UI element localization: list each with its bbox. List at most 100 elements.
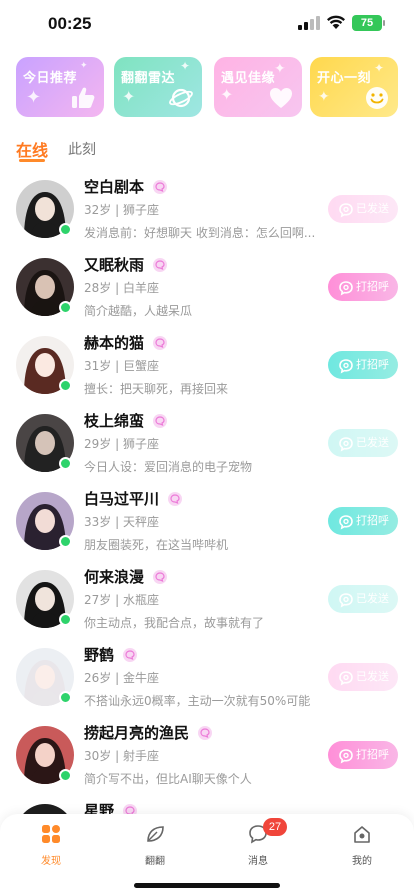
greet-button-label: 已发送 — [356, 670, 389, 683]
wave-icon — [338, 279, 354, 296]
greet-button[interactable]: 已发送 — [328, 429, 398, 457]
tab-online[interactable]: 在线 — [16, 137, 48, 161]
sparkle-icon: ✦ — [220, 85, 234, 104]
user-age-sign: 32岁 | 狮子座 — [84, 203, 159, 217]
chat-icon[interactable] — [152, 413, 168, 429]
user-bio: 简介越酷，人越呆瓜 — [84, 304, 193, 318]
greet-button-label: 已发送 — [356, 592, 389, 605]
user-age-sign: 30岁 | 射手座 — [84, 749, 159, 763]
card-daily-recommend[interactable]: 今日推荐 ✦ ✦ — [16, 57, 104, 117]
user-name[interactable]: 空白剧本 — [84, 176, 144, 197]
wave-icon — [338, 591, 354, 608]
card-flip-radar[interactable]: 翻翻雷达 ✦ ✦ — [114, 57, 202, 117]
user-bio: 简介写不出，但比AI聊天像个人 — [84, 772, 252, 786]
user-row[interactable]: 又眠秋雨 28岁 | 白羊座简介越酷，人越呆瓜 打招呼 — [0, 248, 414, 326]
tab-flip[interactable]: 翻翻 — [125, 824, 185, 867]
tab-discover[interactable]: 发现 — [21, 824, 81, 867]
name-line: 何来浪漫 — [84, 566, 168, 588]
card-meet-match[interactable]: 遇见佳缘 ✦ ✦ — [214, 57, 302, 117]
wave-icon — [338, 357, 354, 374]
wave-icon — [338, 669, 354, 686]
greet-button[interactable]: 打招呼 — [328, 741, 398, 769]
chat-icon[interactable] — [152, 257, 168, 273]
user-name[interactable]: 又眠秋雨 — [84, 254, 144, 275]
chat-icon[interactable] — [152, 179, 168, 195]
thumbs-up-icon — [72, 87, 95, 108]
user-age-sign: 27岁 | 水瓶座 — [84, 593, 159, 607]
greet-button[interactable]: 打招呼 — [328, 507, 398, 535]
name-line: 白马过平川 — [84, 488, 183, 510]
card-title: 遇见佳缘 — [221, 71, 276, 86]
user-row[interactable]: 野鹤 26岁 | 金牛座不搭讪永远0概率，主动一次就有50%可能 已发送 — [0, 638, 414, 716]
card-title: 翻翻雷达 — [121, 71, 176, 86]
user-row[interactable]: 白马过平川 33岁 | 天秤座朋友圈装死，在这当哔哔机 打招呼 — [0, 482, 414, 560]
tab-me[interactable]: 我的 — [332, 824, 392, 867]
user-row[interactable]: 枝上绵蛮 29岁 | 狮子座 今日人设：爱回消息的电子宠物 已发送 — [0, 404, 414, 482]
greet-button[interactable]: 已发送 — [328, 663, 398, 691]
user-row[interactable]: 何来浪漫 27岁 | 水瓶座你主动点，我配合点，故事就有了 已发送 — [0, 560, 414, 638]
user-age-sign: 33岁 | 天秤座 — [84, 515, 159, 529]
wave-icon — [338, 435, 354, 452]
heart-icon — [270, 88, 292, 108]
card-happy-moment[interactable]: 开心一刻 ✦ ✦ — [310, 57, 398, 117]
name-line: 空白剧本 — [84, 176, 168, 198]
home-indicator — [134, 883, 280, 888]
greet-button-label: 打招呼 — [356, 514, 389, 527]
greet-button[interactable]: 已发送 — [328, 585, 398, 613]
chat-icon[interactable] — [197, 725, 213, 741]
user-name[interactable]: 捞起月亮的渔民 — [84, 722, 189, 743]
online-status-dot — [59, 769, 72, 782]
user-bio: 发消息前：好想聊天 收到消息：怎么回啊... — [84, 226, 316, 240]
greet-button[interactable]: 打招呼 — [328, 351, 398, 379]
sparkle-icon: ✦ — [80, 61, 88, 71]
user-row[interactable]: 捞起月亮的渔民 30岁 | 射手座简介写不出，但比AI聊天像个人 打招呼 — [0, 716, 414, 794]
sparkle-icon: ✦ — [26, 87, 42, 108]
online-status-dot — [59, 457, 72, 470]
tab-now[interactable]: 此刻 — [68, 139, 96, 159]
online-status-dot — [59, 691, 72, 704]
wave-icon — [338, 201, 354, 218]
user-bio: 擅长：把天聊死，再接回来 — [84, 382, 229, 396]
sparkle-icon: ✦ — [274, 61, 286, 77]
name-line: 捞起月亮的渔民 — [84, 722, 213, 744]
chat-icon[interactable] — [167, 491, 183, 507]
battery-tip — [383, 20, 385, 26]
greet-button[interactable]: 打招呼 — [328, 273, 398, 301]
sparkle-icon: ✦ — [374, 61, 385, 75]
card-title: 开心一刻 — [317, 71, 372, 86]
user-bio: 朋友圈装死，在这当哔哔机 — [84, 538, 229, 552]
user-name[interactable]: 枝上绵蛮 — [84, 410, 144, 431]
tab-messages[interactable]: 27 消息 — [228, 818, 288, 867]
tab-flip-label: 翻翻 — [145, 856, 165, 867]
feature-cards: 今日推荐 ✦ ✦ 翻翻雷达 ✦ ✦ 遇见佳缘 ✦ ✦ 开心一刻 ✦ ✦ — [16, 57, 414, 117]
online-status-dot — [59, 301, 72, 314]
profile-icon — [354, 826, 370, 843]
name-line: 野鹤 — [84, 644, 138, 666]
name-line: 枝上绵蛮 — [84, 410, 168, 432]
user-row[interactable]: 赫本的猫 31岁 | 巨蟹座 擅长：把天聊死，再接回来 打招呼 — [0, 326, 414, 404]
signal-icon — [298, 16, 320, 30]
user-bio: 不搭讪永远0概率，主动一次就有50%可能 — [84, 694, 311, 708]
user-row[interactable]: 空白剧本 32岁 | 狮子座发消息前：好想聊天 收到消息：怎么回啊... 已发送 — [0, 170, 414, 248]
chat-icon[interactable] — [122, 647, 138, 663]
user-name[interactable]: 何来浪漫 — [84, 566, 144, 587]
tab-active-indicator — [19, 159, 45, 162]
sparkle-icon: ✦ — [180, 59, 191, 73]
greet-button-label: 打招呼 — [356, 358, 389, 371]
online-status-dot — [59, 223, 72, 236]
user-age-sign: 26岁 | 金牛座 — [84, 671, 159, 685]
greet-button[interactable]: 已发送 — [328, 195, 398, 223]
user-bio: 你主动点，我配合点，故事就有了 — [84, 616, 265, 630]
user-age-sign: 28岁 | 白羊座 — [84, 281, 159, 295]
greet-button-label: 打招呼 — [356, 748, 389, 761]
user-name[interactable]: 赫本的猫 — [84, 332, 144, 353]
sparkle-icon: ✦ — [122, 87, 136, 106]
user-bio: 今日人设：爱回消息的电子宠物 — [84, 460, 253, 474]
name-line: 又眠秋雨 — [84, 254, 168, 276]
chat-icon[interactable] — [152, 569, 168, 585]
battery-indicator: 75 — [352, 15, 382, 31]
chat-icon[interactable] — [152, 335, 168, 351]
user-name[interactable]: 白马过平川 — [84, 488, 159, 509]
online-status-dot — [59, 535, 72, 548]
user-name[interactable]: 野鹤 — [84, 644, 114, 665]
